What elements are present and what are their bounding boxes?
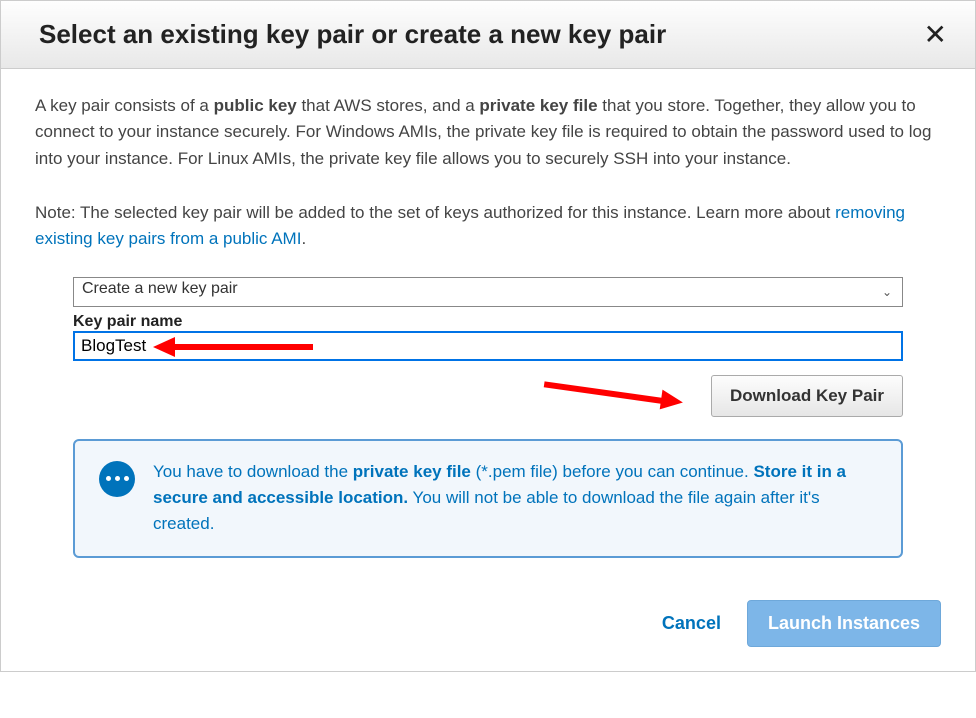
- text: You have to download the: [153, 462, 353, 481]
- cancel-button[interactable]: Cancel: [656, 612, 727, 635]
- download-keypair-button[interactable]: Download Key Pair: [711, 375, 903, 417]
- text: (*.pem file) before you can continue.: [471, 462, 754, 481]
- text: Note: The selected key pair will be adde…: [35, 203, 835, 222]
- chevron-down-icon: ⌄: [882, 285, 892, 299]
- description-paragraph-1: A key pair consists of a public key that…: [35, 93, 941, 172]
- keypair-name-input[interactable]: [73, 331, 903, 361]
- modal-title: Select an existing key pair or create a …: [39, 19, 666, 50]
- text: A key pair consists of a: [35, 96, 214, 115]
- download-row: Download Key Pair: [73, 375, 903, 417]
- modal-header: Select an existing key pair or create a …: [1, 1, 975, 69]
- text: that AWS stores, and a: [297, 96, 480, 115]
- select-value: Create a new key pair: [82, 280, 238, 297]
- close-icon[interactable]: ✕: [924, 21, 947, 49]
- launch-instances-button[interactable]: Launch Instances: [747, 600, 941, 647]
- keypair-name-label: Key pair name: [73, 313, 903, 331]
- text-bold: private key file: [479, 96, 597, 115]
- keypair-modal: Select an existing key pair or create a …: [0, 0, 976, 672]
- text-bold: private key file: [353, 462, 471, 481]
- info-text: You have to download the private key fil…: [153, 459, 877, 538]
- info-icon: [99, 461, 135, 497]
- description-paragraph-2: Note: The selected key pair will be adde…: [35, 200, 941, 253]
- text-bold: public key: [214, 96, 297, 115]
- text: .: [301, 229, 306, 248]
- modal-footer: Cancel Launch Instances: [1, 564, 975, 671]
- keypair-action-select[interactable]: Create a new key pair ⌄: [73, 277, 903, 307]
- modal-body: A key pair consists of a public key that…: [1, 69, 975, 273]
- annotation-arrow-icon: [523, 385, 683, 409]
- form-area: Create a new key pair ⌄ Key pair name Do…: [1, 273, 975, 564]
- info-box: You have to download the private key fil…: [73, 439, 903, 558]
